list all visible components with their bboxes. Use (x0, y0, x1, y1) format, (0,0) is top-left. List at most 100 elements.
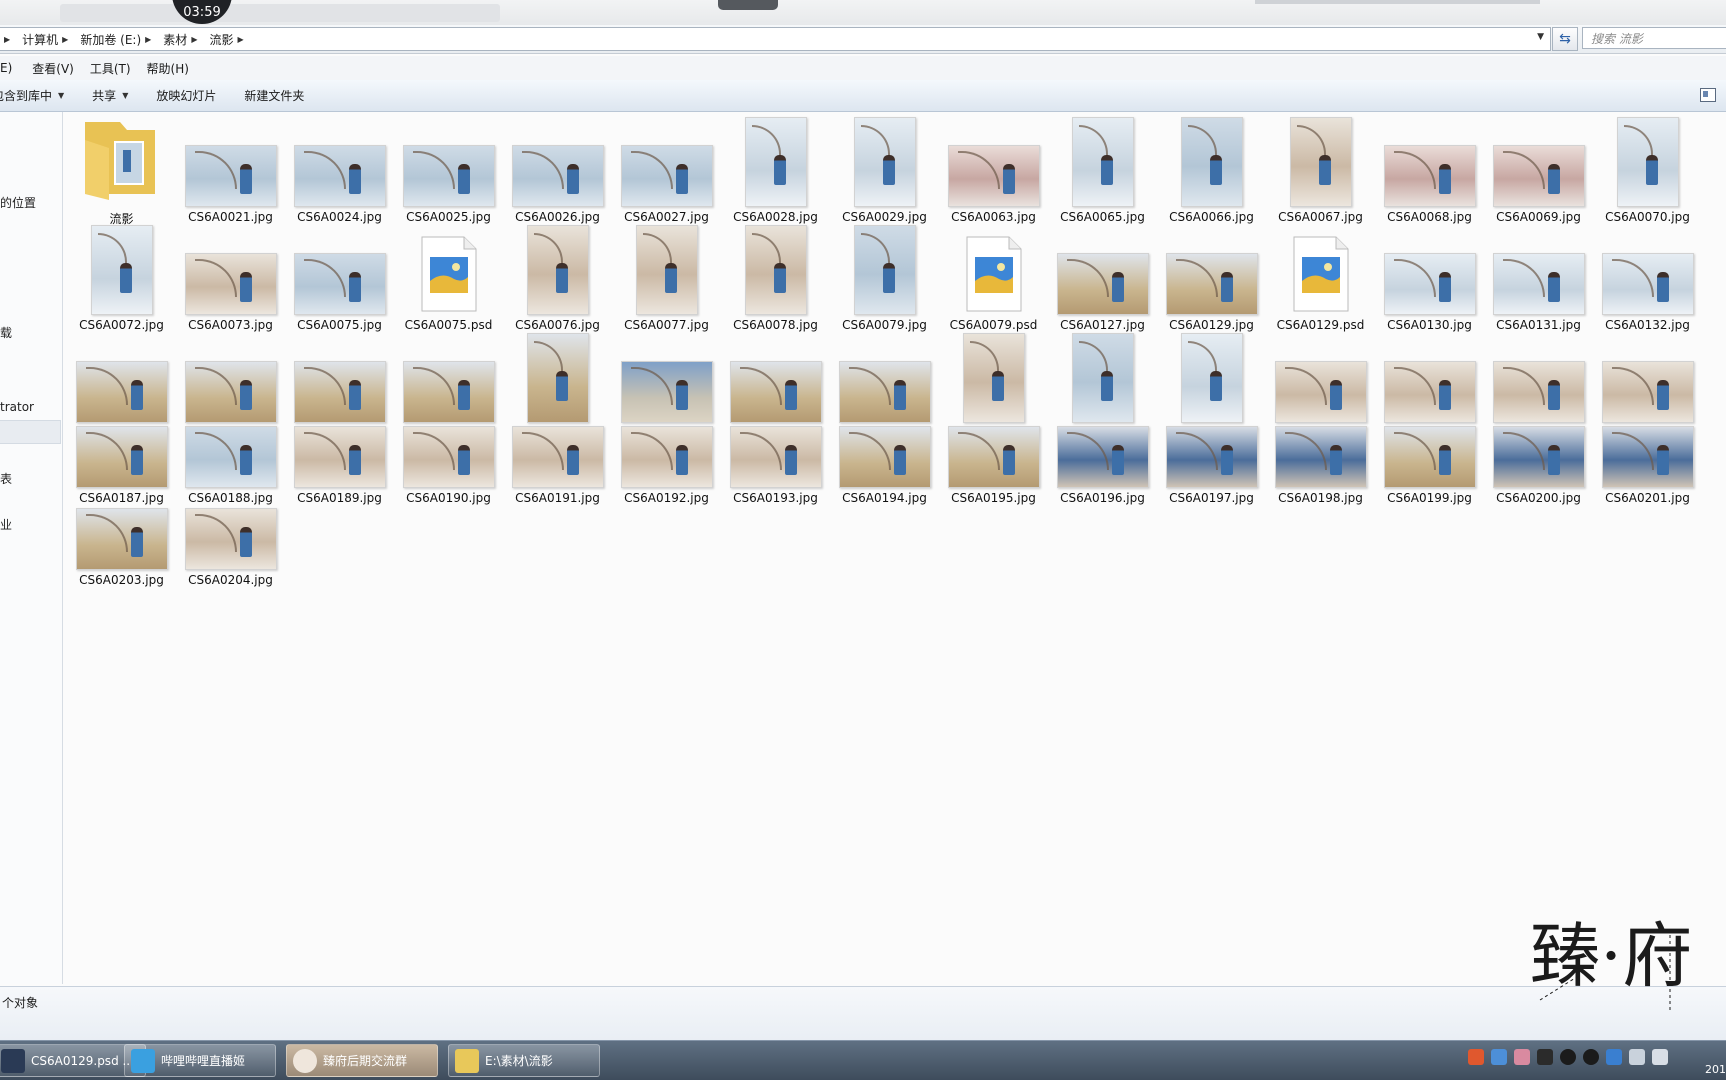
display-icon[interactable] (1537, 1049, 1553, 1065)
taskbar-item-bilibili-live[interactable]: 哔哩哔哩直播姬 (124, 1044, 276, 1077)
chevron-right-icon[interactable]: ▶ (191, 35, 197, 44)
image-thumbnail[interactable] (90, 225, 153, 315)
image-thumbnail[interactable] (947, 426, 1040, 488)
chevron-down-icon[interactable]: ▼ (1537, 32, 1544, 42)
nav-item-downloads[interactable]: 载 (0, 324, 12, 341)
image-thumbnail[interactable] (75, 508, 168, 570)
image-thumbnail[interactable] (1274, 361, 1367, 423)
image-thumbnail[interactable] (1492, 361, 1585, 423)
image-thumbnail[interactable] (1165, 426, 1258, 488)
image-thumbnail[interactable] (744, 117, 807, 207)
qq-icon-2[interactable] (1583, 1049, 1599, 1065)
image-thumbnail[interactable] (402, 145, 495, 207)
image-thumbnail[interactable] (402, 361, 495, 423)
image-thumbnail[interactable] (1071, 117, 1134, 207)
image-thumbnail[interactable] (1180, 117, 1243, 207)
image-thumbnail[interactable] (1616, 117, 1679, 207)
image-thumbnail[interactable] (1601, 426, 1694, 488)
clock[interactable]: 201 (1705, 1063, 1726, 1076)
chevron-right-icon[interactable]: ▶ (237, 35, 243, 44)
chevron-right-icon[interactable]: ▶ (62, 35, 68, 44)
nav-item-a[interactable]: 表 (0, 470, 12, 487)
image-thumbnail[interactable] (853, 117, 916, 207)
image-thumbnail[interactable] (620, 426, 713, 488)
breadcrumb[interactable]: ▶ 计算机 ▶ 新加卷 (E:) ▶ 素材 ▶ 流影 ▶ ▼ (0, 27, 1551, 51)
image-thumbnail[interactable] (526, 333, 589, 423)
security-icon[interactable] (1606, 1049, 1622, 1065)
menu-item-edit[interactable]: E) (0, 61, 12, 75)
image-thumbnail[interactable] (620, 361, 713, 423)
image-thumbnail[interactable] (1601, 361, 1694, 423)
preview-pane-icon[interactable] (1700, 88, 1716, 102)
image-thumbnail[interactable] (1492, 145, 1585, 207)
nav-item-b[interactable]: 业 (0, 516, 12, 533)
image-thumbnail[interactable] (184, 426, 277, 488)
image-thumbnail[interactable] (1274, 426, 1367, 488)
image-thumbnail[interactable] (184, 253, 277, 315)
image-thumbnail[interactable] (838, 361, 931, 423)
image-thumbnail[interactable] (729, 361, 822, 423)
image-thumbnail[interactable] (293, 361, 386, 423)
image-thumbnail[interactable] (293, 145, 386, 207)
image-thumbnail[interactable] (526, 225, 589, 315)
include-in-library-button[interactable]: 包含到库中▼ (0, 87, 64, 104)
image-thumbnail[interactable] (293, 426, 386, 488)
image-thumbnail[interactable] (293, 253, 386, 315)
image-thumbnail[interactable] (729, 426, 822, 488)
image-thumbnail[interactable] (1056, 253, 1149, 315)
image-thumbnail[interactable] (511, 426, 604, 488)
network-monitor-icon[interactable] (1491, 1049, 1507, 1065)
image-thumbnail[interactable] (1383, 253, 1476, 315)
breadcrumb-drive[interactable]: 新加卷 (E:) ▶ (80, 31, 163, 48)
image-thumbnail[interactable] (1383, 145, 1476, 207)
image-thumbnail[interactable] (75, 426, 168, 488)
image-thumbnail[interactable] (744, 225, 807, 315)
taskbar-item-qq-group[interactable]: 臻府后期交流群 (286, 1044, 438, 1077)
nav-selected-item[interactable] (0, 420, 61, 444)
image-thumbnail[interactable] (1165, 253, 1258, 315)
image-thumbnail[interactable] (184, 361, 277, 423)
menu-item-tools[interactable]: 工具(T) (90, 60, 131, 77)
image-thumbnail[interactable] (947, 145, 1040, 207)
chevron-right-icon[interactable]: ▶ (145, 35, 151, 44)
image-thumbnail[interactable] (838, 426, 931, 488)
image-thumbnail[interactable] (962, 333, 1025, 423)
breadcrumb-computer[interactable]: 计算机 ▶ (22, 31, 80, 48)
slideshow-button[interactable]: 放映幻灯片 (156, 87, 216, 104)
image-thumbnail[interactable] (1601, 253, 1694, 315)
image-thumbnail[interactable] (635, 225, 698, 315)
sogou-icon[interactable] (1468, 1049, 1484, 1065)
nav-item-recent-places[interactable]: 的位置 (0, 194, 36, 211)
image-thumbnail[interactable] (1289, 117, 1352, 207)
search-input[interactable]: 搜索 流影 (1582, 27, 1726, 49)
image-thumbnail[interactable] (1056, 426, 1149, 488)
image-thumbnail[interactable] (1383, 361, 1476, 423)
new-folder-button[interactable]: 新建文件夹 (244, 87, 304, 104)
image-thumbnail[interactable] (620, 145, 713, 207)
image-thumbnail[interactable] (853, 225, 916, 315)
nav-item-administrator[interactable]: trator (0, 400, 34, 414)
image-thumbnail[interactable] (1492, 426, 1585, 488)
menu-item-help[interactable]: 帮助(H) (147, 60, 189, 77)
app-icon[interactable] (1514, 1049, 1530, 1065)
image-thumbnail[interactable] (1180, 333, 1243, 423)
image-thumbnail[interactable] (402, 426, 495, 488)
menu-item-view[interactable]: 查看(V) (32, 60, 74, 77)
qq-icon[interactable] (1560, 1049, 1576, 1065)
share-button[interactable]: 共享 ▼ (92, 87, 128, 104)
image-thumbnail[interactable] (1492, 253, 1585, 315)
breadcrumb-folder[interactable]: 素材 ▶ (163, 31, 209, 48)
taskbar-item-explorer[interactable]: E:\素材\流影 (448, 1044, 600, 1077)
volume-icon[interactable] (1652, 1049, 1668, 1065)
chevron-right-icon[interactable]: ▶ (4, 35, 10, 44)
network-icon[interactable] (1629, 1049, 1645, 1065)
capture-control[interactable] (718, 0, 778, 10)
breadcrumb-root[interactable]: ▶ (0, 35, 22, 44)
image-thumbnail[interactable] (184, 508, 277, 570)
refresh-button[interactable]: ⇆ (1552, 27, 1578, 51)
image-thumbnail[interactable] (511, 145, 604, 207)
breadcrumb-current[interactable]: 流影 ▶ (209, 31, 255, 48)
image-thumbnail[interactable] (75, 361, 168, 423)
image-thumbnail[interactable] (1071, 333, 1134, 423)
image-thumbnail[interactable] (1383, 426, 1476, 488)
